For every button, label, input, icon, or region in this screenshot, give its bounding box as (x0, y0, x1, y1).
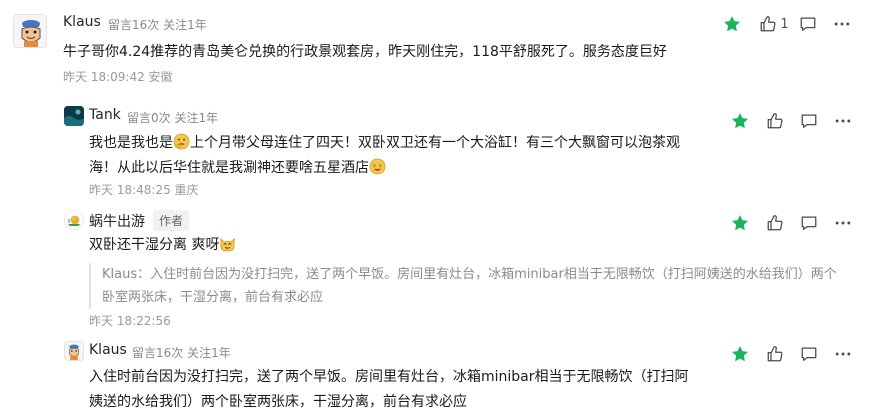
comment-time: 昨天 18:48:25 重庆 (89, 183, 199, 197)
comment-bubble-icon (800, 345, 818, 363)
comment-text: 入住时前台因为没打扫完，送了两个早饭。房间里有灶台，冰箱minibar相当于无限… (89, 369, 689, 410)
star-icon (731, 345, 749, 363)
thumbs-up-icon (766, 345, 784, 363)
reply-button[interactable] (799, 344, 819, 364)
like-button[interactable] (765, 213, 785, 233)
more-button[interactable] (833, 111, 853, 131)
author-stats: 留言16次 关注1年 (132, 346, 231, 360)
like-button[interactable]: 1 (758, 14, 790, 34)
author-name[interactable]: Klaus (89, 342, 127, 358)
svg-text:$: $ (379, 163, 382, 169)
comment-actions (730, 344, 870, 364)
reply-item: Tank 留言0次 关注1年 我也是我也是 上个月带父母连住了四天！双卧双卫还有一… (0, 100, 885, 200)
more-button[interactable] (832, 14, 852, 34)
like-count: 1 (780, 16, 789, 32)
reply-button[interactable] (799, 213, 819, 233)
comment-bubble-icon (800, 112, 818, 130)
comment-text: 双卧还干湿分离 爽呀 (89, 233, 729, 258)
comment-actions (730, 213, 870, 233)
star-icon (731, 214, 749, 232)
author-stats: 留言0次 关注1年 (127, 111, 219, 125)
avatar[interactable] (64, 341, 84, 361)
reply-button[interactable] (799, 111, 819, 131)
comment-time: 昨天 18:09:42 安徽 (63, 70, 173, 84)
star-button[interactable] (730, 213, 750, 233)
more-button[interactable] (833, 213, 853, 233)
thumbs-up-icon (766, 112, 784, 130)
comment-text-part: 双卧还干湿分离 爽呀 (89, 237, 220, 253)
like-button[interactable] (765, 344, 785, 364)
thinking-emoji-icon (173, 133, 190, 150)
thumbs-up-icon (766, 214, 784, 232)
more-dots-icon (833, 15, 851, 33)
star-icon (723, 15, 741, 33)
author-name[interactable]: Klaus (63, 14, 101, 30)
avatar[interactable] (64, 106, 84, 126)
star-button[interactable] (730, 111, 750, 131)
comment-time: 昨天 18:22:56 (89, 314, 171, 328)
author-stats: 留言16次 关注1年 (108, 18, 207, 32)
more-dots-icon (834, 214, 852, 232)
comment-bubble-icon (800, 214, 818, 232)
svg-text:$: $ (373, 163, 376, 169)
author-name[interactable]: Tank (89, 107, 121, 123)
star-button[interactable] (722, 14, 742, 34)
reply-item: 蜗牛出游 作者 双卧还干湿分离 爽呀 Klaus：入住时前台因为没打扫完，送了两… (0, 205, 885, 335)
comment-item: Klaus 留言16次 关注1年 牛子哥你4.24推荐的青岛美仑兑换的行政景观套… (0, 0, 885, 95)
like-button[interactable] (765, 111, 785, 131)
avatar-ocean-icon (64, 106, 84, 126)
more-dots-icon (834, 345, 852, 363)
comment-text-part: 海！从此以后华住就是我涮神还要啥五星酒店 (89, 160, 369, 176)
thumbs-up-icon (759, 15, 777, 33)
comment-actions: 1 (722, 14, 862, 34)
comment-text: 牛子哥你4.24推荐的青岛美仑兑换的行政景观套房，昨天刚住完，118平舒服死了。… (63, 44, 667, 60)
comment-text-part: 我也是我也是 (89, 135, 173, 151)
quoted-comment: Klaus：入住时前台因为没打扫完，送了两个早饭。房间里有灶台，冰箱miniba… (89, 263, 849, 309)
avatar-cartoon-icon (14, 15, 46, 47)
avatar-cartoon-icon (65, 342, 83, 360)
star-button[interactable] (730, 344, 750, 364)
comment-text-part: 上个月带父母连住了四天！双卧双卫还有一个大浴缸！有三个大飘窗可以泡茶观 (190, 135, 680, 151)
more-dots-icon (834, 112, 852, 130)
avatar[interactable] (13, 14, 47, 48)
comment-text: 我也是我也是 上个月带父母连住了四天！双卧双卫还有一个大浴缸！有三个大飘窗可以泡茶… (89, 131, 729, 181)
more-button[interactable] (833, 344, 853, 364)
money-face-emoji-icon: $ $ (369, 158, 386, 175)
author-name[interactable]: 蜗牛出游 (89, 211, 145, 231)
reply-item: Klaus 留言16次 关注1年 入住时前台因为没打扫完，送了两个早饭。房间里有… (0, 338, 885, 419)
snail-logo-icon (64, 210, 84, 230)
star-icon (731, 112, 749, 130)
avatar[interactable] (64, 210, 84, 230)
cat-emoji-icon (220, 237, 235, 252)
comment-bubble-icon (799, 15, 817, 33)
reply-button[interactable] (798, 14, 818, 34)
author-badge: 作者 (153, 210, 190, 231)
comment-actions (730, 111, 870, 131)
